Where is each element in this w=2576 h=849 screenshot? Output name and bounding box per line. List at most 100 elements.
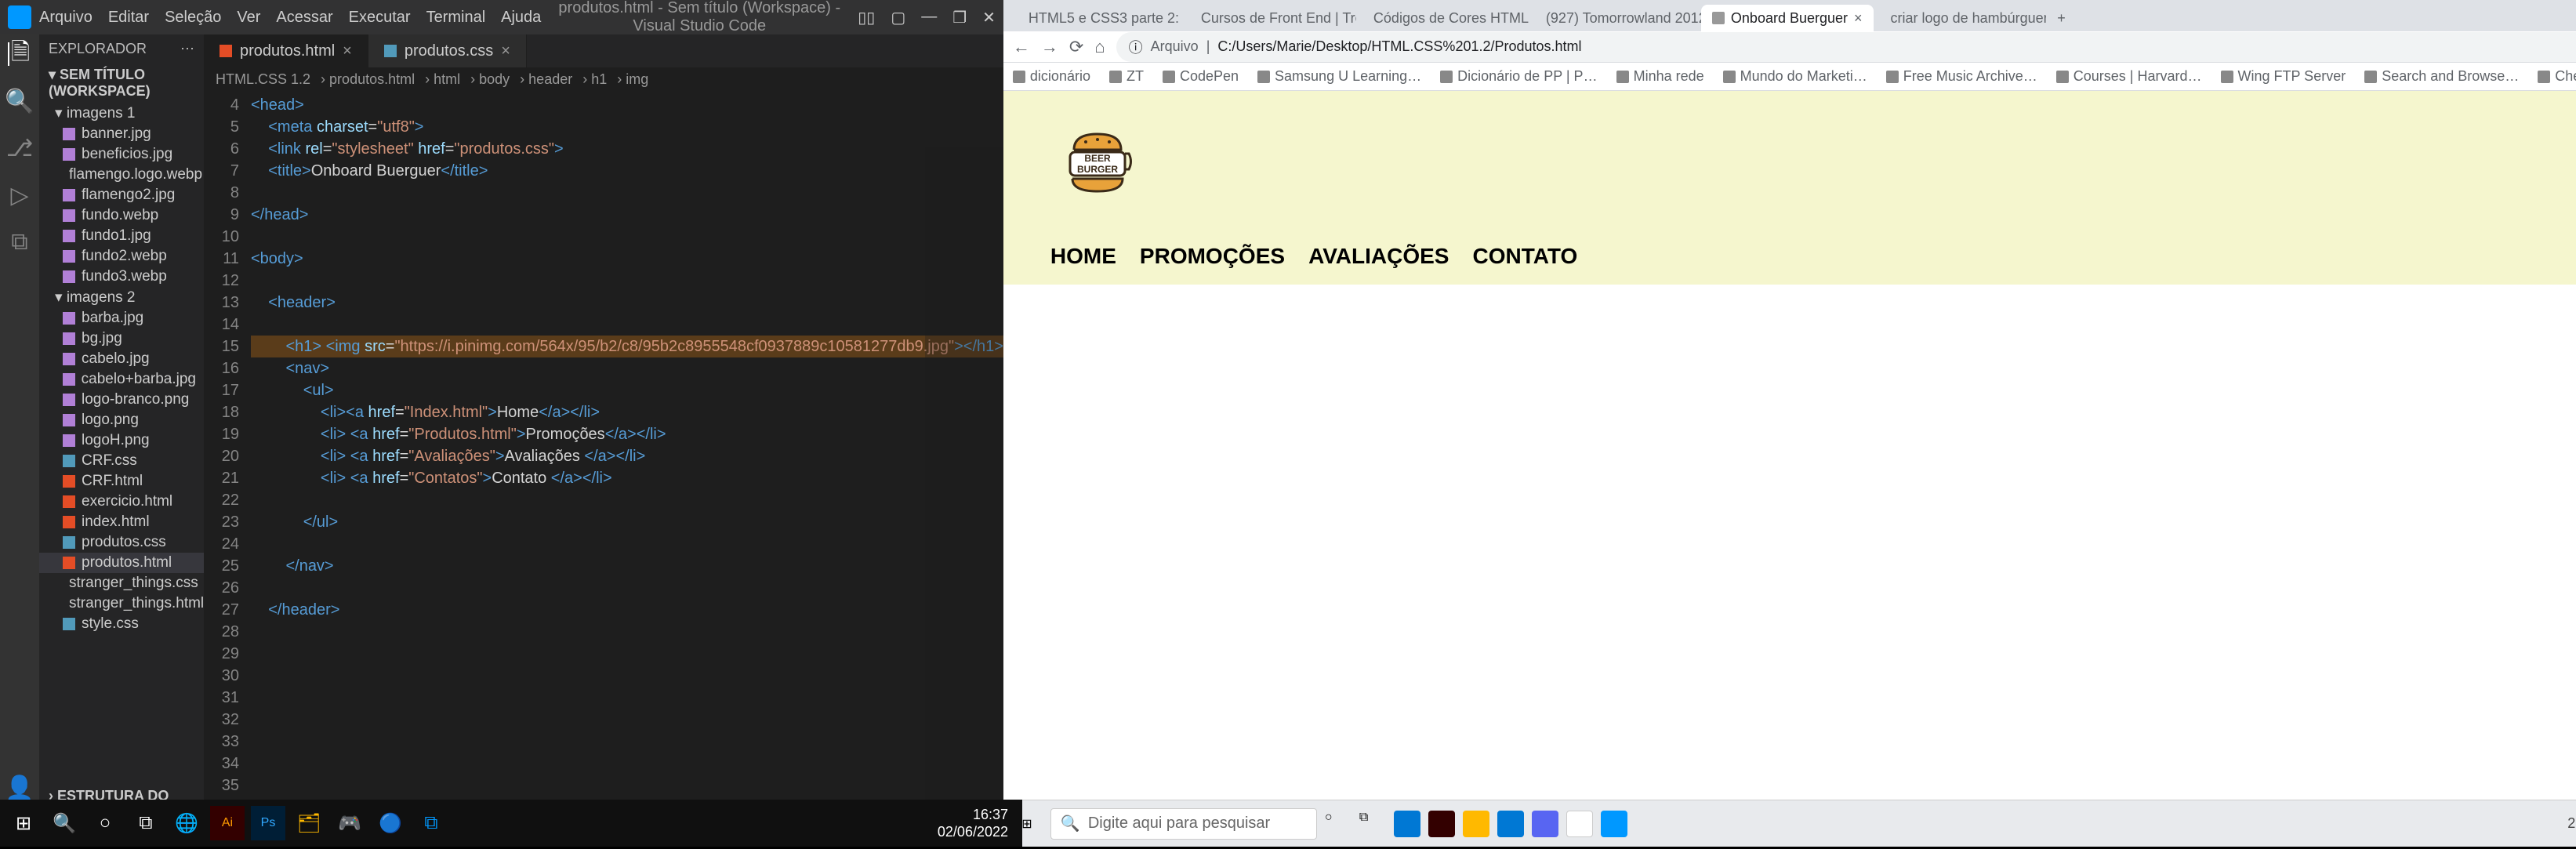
close-button[interactable]: ✕ xyxy=(982,8,996,27)
url-input[interactable]: ⓘ Arquivo | C:/Users/Marie/Desktop/HTML.… xyxy=(1116,32,2576,62)
file-stranger_things.css[interactable]: stranger_things.css xyxy=(39,573,204,593)
bookmark-item[interactable]: Cheap Domain Na… xyxy=(2538,68,2576,85)
browser-tab[interactable]: Cursos de Front End | Trello× xyxy=(1184,5,1356,31)
bookmark-item[interactable]: Free Music Archive… xyxy=(1886,68,2037,85)
nav-link-promoções[interactable]: PROMOÇÕES xyxy=(1140,244,1285,269)
chrome-taskbar-icon[interactable] xyxy=(1566,811,1593,837)
start-button[interactable]: ⊞ xyxy=(6,806,41,840)
search-icon[interactable]: 🔍 xyxy=(47,806,82,840)
taskview-icon[interactable]: ⧉ xyxy=(1359,811,1386,837)
browser-tab[interactable]: criar logo de hambúrgueres - P…× xyxy=(1874,5,2046,31)
file-flamengo.logo.webp[interactable]: flamengo.logo.webp xyxy=(39,165,204,185)
layout-icon[interactable]: ▢ xyxy=(891,8,905,27)
browser-tab[interactable]: Onboard Buerguer× xyxy=(1701,5,1874,31)
file-explorer-icon[interactable]: 🗂 xyxy=(292,806,326,840)
bookmark-item[interactable]: Samsung U Learning… xyxy=(1257,68,1421,85)
discord-icon[interactable] xyxy=(1532,811,1558,837)
tab-produtos.css[interactable]: produtos.css × xyxy=(368,34,527,67)
file-bg.jpg[interactable]: bg.jpg xyxy=(39,328,204,349)
cortana-icon[interactable]: ○ xyxy=(88,806,122,840)
code-area[interactable]: 4567891011121314151617181920212223242526… xyxy=(204,91,1003,823)
breadcrumb-item[interactable]: header xyxy=(516,71,572,88)
illustrator-icon[interactable] xyxy=(1428,811,1455,837)
close-icon[interactable]: × xyxy=(343,42,352,60)
bookmark-item[interactable]: Mundo do Marketi… xyxy=(1723,68,1867,85)
maximize-button[interactable]: ❐ xyxy=(952,8,967,27)
vscode-taskbar-icon[interactable]: ⧉ xyxy=(414,806,448,840)
file-logoH.png[interactable]: logoH.png xyxy=(39,430,204,451)
menu-acessar[interactable]: Acessar xyxy=(276,9,332,27)
breadcrumb-item[interactable]: html xyxy=(421,71,460,88)
nav-link-avaliações[interactable]: AVALIAÇÕES xyxy=(1308,244,1449,269)
menu-ver[interactable]: Ver xyxy=(237,9,260,27)
bookmark-item[interactable]: CodePen xyxy=(1163,68,1239,85)
vscode-taskbar-icon[interactable] xyxy=(1601,811,1627,837)
code-content[interactable]: <head> <meta charset="utf8"> <link rel="… xyxy=(251,91,1003,823)
minimap[interactable] xyxy=(925,147,1003,800)
browser-tab[interactable]: Códigos de Cores HTML× xyxy=(1356,5,1529,31)
bookmark-item[interactable]: Minha rede xyxy=(1616,68,1704,85)
file-logo.png[interactable]: logo.png xyxy=(39,410,204,430)
file-explorer-icon[interactable] xyxy=(1463,811,1489,837)
edge-icon[interactable] xyxy=(1394,811,1420,837)
breadcrumb-item[interactable]: body xyxy=(466,71,510,88)
nav-link-contato[interactable]: CONTATO xyxy=(1472,244,1577,269)
tab-produtos.html[interactable]: produtos.html × xyxy=(204,34,368,67)
file-produtos.css[interactable]: produtos.css xyxy=(39,532,204,553)
bookmark-item[interactable]: Courses | Harvard… xyxy=(2056,68,2202,85)
file-CRF.css[interactable]: CRF.css xyxy=(39,451,204,471)
search-icon[interactable]: 🔍 xyxy=(8,89,31,113)
menu-ajuda[interactable]: Ajuda xyxy=(501,9,541,27)
illustrator-icon[interactable]: Ai xyxy=(210,806,245,840)
file-style.css[interactable]: style.css xyxy=(39,614,204,634)
explorer-icon[interactable]: 🗎 xyxy=(8,42,31,66)
more-icon[interactable]: ⋯ xyxy=(180,41,194,57)
workspace-section[interactable]: ▾ SEM TÍTULO (WORKSPACE) xyxy=(39,63,204,103)
breadcrumb-item[interactable]: img xyxy=(613,71,648,88)
file-cabelo.jpg[interactable]: cabelo.jpg xyxy=(39,349,204,369)
chrome-icon[interactable]: 🔵 xyxy=(373,806,408,840)
reload-button[interactable]: ⟳ xyxy=(1069,37,1083,57)
taskbar-clock[interactable]: 16:37 02/06/2022 xyxy=(938,806,1016,840)
bookmark-item[interactable]: dicionário xyxy=(1013,68,1090,85)
file-logo-branco.png[interactable]: logo-branco.png xyxy=(39,390,204,410)
file-imagens 1[interactable]: ▾ imagens 1 xyxy=(39,103,204,124)
file-index.html[interactable]: index.html xyxy=(39,512,204,532)
bookmark-item[interactable]: Wing FTP Server xyxy=(2221,68,2346,85)
close-icon[interactable]: × xyxy=(501,42,510,60)
file-banner.jpg[interactable]: banner.jpg xyxy=(39,124,204,144)
menu-seleção[interactable]: Seleção xyxy=(165,9,221,27)
file-fundo3.webp[interactable]: fundo3.webp xyxy=(39,267,204,287)
bookmark-item[interactable]: ZT xyxy=(1109,68,1144,85)
file-fundo2.webp[interactable]: fundo2.webp xyxy=(39,246,204,267)
menu-editar[interactable]: Editar xyxy=(108,9,149,27)
taskbar-search[interactable]: 🔍 Digite aqui para pesquisar xyxy=(1050,808,1317,840)
file-fundo1.jpg[interactable]: fundo1.jpg xyxy=(39,226,204,246)
cortana-icon[interactable]: ○ xyxy=(1325,811,1351,837)
breadcrumb-item[interactable]: produtos.html xyxy=(317,71,415,88)
weather-widget[interactable]: 29°C Panc. de chuva xyxy=(2567,815,2576,832)
minimize-button[interactable]: — xyxy=(921,8,937,27)
breadcrumb-item[interactable]: HTML.CSS 1.2 xyxy=(216,71,310,88)
new-tab-button[interactable]: + xyxy=(2046,5,2077,31)
browser-tab[interactable]: HTML5 e CSS3 parte 2: posicio…× xyxy=(1011,5,1184,31)
bookmark-item[interactable]: Dicionário de PP | P… xyxy=(1440,68,1597,85)
menu-arquivo[interactable]: Arquivo xyxy=(39,9,93,27)
file-fundo.webp[interactable]: fundo.webp xyxy=(39,205,204,226)
close-icon[interactable]: × xyxy=(1854,10,1863,27)
file-CRF.html[interactable]: CRF.html xyxy=(39,471,204,492)
edge-icon[interactable]: 🌐 xyxy=(169,806,204,840)
nav-link-home[interactable]: HOME xyxy=(1050,244,1116,269)
source-control-icon[interactable]: ⎇ xyxy=(8,136,31,160)
layout-icon[interactable]: ▯▯ xyxy=(858,8,875,27)
store-icon[interactable] xyxy=(1497,811,1524,837)
back-button[interactable]: ← xyxy=(1013,37,1030,57)
bookmark-item[interactable]: Search and Browse… xyxy=(2364,68,2519,85)
discord-icon[interactable]: 🎮 xyxy=(332,806,367,840)
home-button[interactable]: ⌂ xyxy=(1094,37,1105,57)
run-debug-icon[interactable]: ▷ xyxy=(8,183,31,207)
browser-tab[interactable]: (927) Tomorrowland 2012 | …× xyxy=(1529,5,1701,31)
menu-executar[interactable]: Executar xyxy=(349,9,411,27)
file-exercicio.html[interactable]: exercicio.html xyxy=(39,492,204,512)
file-produtos.html[interactable]: produtos.html xyxy=(39,553,204,573)
